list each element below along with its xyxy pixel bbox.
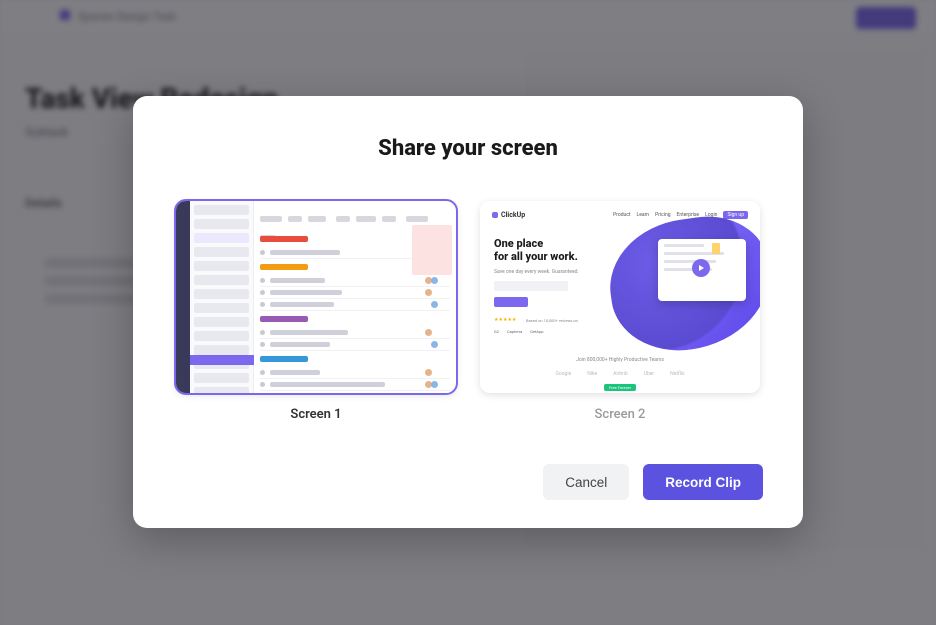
footer-tagline: Join 800,000+ Highly Productive Teams xyxy=(480,357,760,363)
screen-option-2[interactable]: ClickUp ProductLearnPricingEnterpriseLog… xyxy=(480,201,760,422)
get-started-button xyxy=(494,297,528,307)
share-screen-modal: Share your screen xyxy=(133,96,803,528)
email-input-placeholder xyxy=(494,281,568,291)
modal-actions: Cancel Record Clip xyxy=(173,464,763,500)
cancel-button[interactable]: Cancel xyxy=(543,464,629,500)
play-icon xyxy=(692,259,710,277)
rating-stars: ★★★★★ xyxy=(494,317,516,323)
free-forever-badge: Free Forever xyxy=(604,384,636,391)
screen-1-thumbnail xyxy=(176,201,456,393)
landing-subline: Save one day every week. Guaranteed. xyxy=(494,269,579,275)
customer-logos: GoogleNikeAirbnbUberNetflix xyxy=(480,371,760,377)
review-sources: G2CapterraGetApp xyxy=(494,329,552,334)
screen-2-label: Screen 2 xyxy=(595,407,646,422)
screen-2-thumbnail: ClickUp ProductLearnPricingEnterpriseLog… xyxy=(480,201,760,393)
screen-option-1[interactable]: Screen 1 xyxy=(176,201,456,422)
reviews-text: Based on 10,000+ reviews on xyxy=(526,318,578,323)
screen-1-label: Screen 1 xyxy=(290,407,341,422)
landing-headline: One place for all your work. xyxy=(494,237,578,263)
record-clip-button[interactable]: Record Clip xyxy=(643,464,763,500)
modal-title: Share your screen xyxy=(173,136,763,161)
brand-name: ClickUp xyxy=(501,211,525,219)
screen-options: Screen 1 ClickUp ProductLearnPricingEnte… xyxy=(173,201,763,422)
landing-nav: ProductLearnPricingEnterpriseLoginSign u… xyxy=(607,211,748,219)
